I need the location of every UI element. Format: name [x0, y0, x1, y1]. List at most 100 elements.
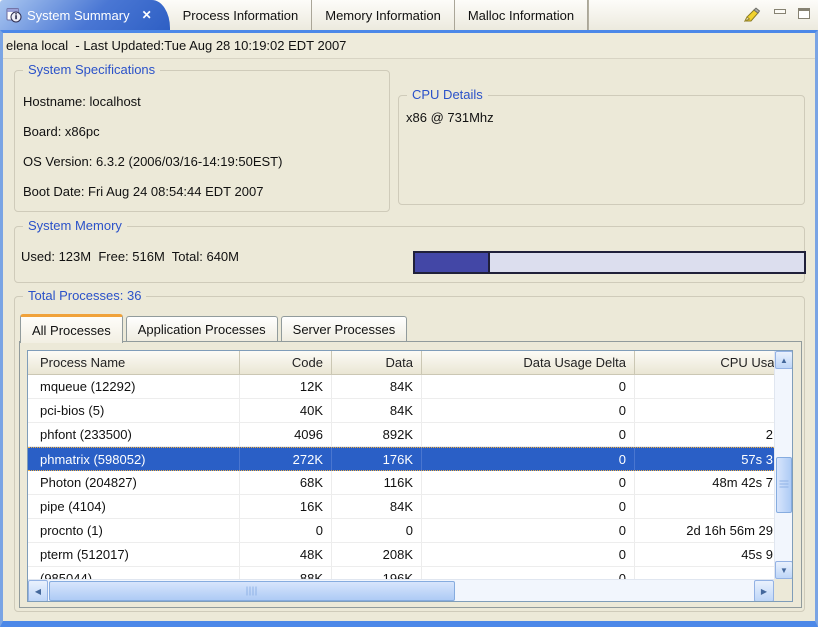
table-row[interactable]: mqueue (12292)12K84K0	[28, 375, 792, 399]
scroll-left-icon[interactable]: ◀	[28, 580, 48, 602]
tab-label: Process Information	[183, 8, 299, 23]
memory-usage-bar	[413, 251, 806, 274]
process-table-rows: mqueue (12292)12K84K0pci-bios (5)40K84K0…	[28, 375, 792, 579]
group-title: Total Processes: 36	[23, 288, 146, 303]
hostname-value: Hostname: localhost	[23, 87, 383, 117]
table-row[interactable]: (985044)88K196K0	[28, 567, 792, 579]
system-memory-group: System Memory Used: 123M Free: 516M Tota…	[14, 226, 805, 283]
cell-delta: 0	[422, 543, 635, 566]
cell-name: pterm (512017)	[28, 543, 240, 566]
cell-cpu	[635, 495, 792, 518]
cpu-value: x86 @ 731Mhz	[406, 110, 494, 125]
maximize-icon[interactable]	[798, 12, 810, 19]
column-header-data[interactable]: Data	[332, 351, 422, 374]
column-header-code[interactable]: Code	[240, 351, 332, 374]
cell-data: 0	[332, 519, 422, 542]
cell-data: 208K	[332, 543, 422, 566]
cell-delta: 0	[422, 448, 635, 470]
system-specifications-group: System Specifications Hostname: localhos…	[14, 70, 390, 212]
system-summary-icon	[6, 7, 22, 23]
view-tabbar: System Summary ✕ Process Information Mem…	[0, 0, 818, 30]
board-value: Board: x86pc	[23, 117, 383, 147]
cell-cpu: 45s 9	[635, 543, 792, 566]
table-row[interactable]: pipe (4104)16K84K0	[28, 495, 792, 519]
cell-code: 40K	[240, 399, 332, 422]
scroll-down-icon[interactable]: ▼	[775, 561, 793, 579]
group-title: CPU Details	[407, 87, 488, 102]
tab-malloc-information[interactable]: Malloc Information	[455, 0, 588, 30]
cell-code: 272K	[240, 448, 332, 470]
cell-data: 116K	[332, 471, 422, 494]
view-toolbar	[736, 0, 818, 30]
cell-data: 196K	[332, 567, 422, 579]
cell-code: 68K	[240, 471, 332, 494]
vertical-scrollbar[interactable]: ▲ ▼	[774, 351, 792, 579]
cell-name: phfont (233500)	[28, 423, 240, 446]
horizontal-scroll-thumb[interactable]	[49, 581, 455, 601]
cell-code: 12K	[240, 375, 332, 398]
horizontal-scrollbar[interactable]: ◀ ▶	[28, 579, 774, 601]
cell-name: phmatrix (598052)	[28, 448, 240, 470]
cell-delta: 0	[422, 399, 635, 422]
column-header-process-name[interactable]: Process Name	[28, 351, 240, 374]
tab-label: Application Processes	[138, 322, 266, 337]
tab-memory-information[interactable]: Memory Information	[312, 0, 455, 30]
cell-cpu: 2	[635, 423, 792, 446]
vertical-scroll-thumb[interactable]	[776, 457, 792, 513]
view-content: System Specifications Hostname: localhos…	[3, 59, 815, 621]
total-processes-group: Total Processes: 36 All Processes Applic…	[14, 296, 805, 612]
cell-data: 84K	[332, 399, 422, 422]
tab-system-summary[interactable]: System Summary ✕	[0, 0, 170, 30]
cell-name: (985044)	[28, 567, 240, 579]
table-row[interactable]: Photon (204827)68K116K048m 42s 7	[28, 471, 792, 495]
cell-name: mqueue (12292)	[28, 375, 240, 398]
table-row[interactable]: pterm (512017)48K208K045s 9	[28, 543, 792, 567]
scrollbar-corner	[774, 579, 792, 601]
cell-cpu: 2d 16h 56m 29	[635, 519, 792, 542]
tab-application-processes[interactable]: Application Processes	[126, 316, 278, 341]
table-row[interactable]: procnto (1)0002d 16h 56m 29	[28, 519, 792, 543]
tab-process-information[interactable]: Process Information	[170, 0, 313, 30]
cell-code: 16K	[240, 495, 332, 518]
cell-cpu	[635, 399, 792, 422]
column-header-data-usage-delta[interactable]: Data Usage Delta	[422, 351, 635, 374]
tab-label: All Processes	[32, 323, 111, 338]
tab-label: Malloc Information	[468, 8, 574, 23]
status-line: elena local - Last Updated:Tue Aug 28 10…	[3, 33, 815, 59]
group-title: System Memory	[23, 218, 127, 233]
process-tabs: All Processes Application Processes Serv…	[20, 314, 410, 341]
cell-data: 176K	[332, 448, 422, 470]
cell-code: 88K	[240, 567, 332, 579]
cell-delta: 0	[422, 471, 635, 494]
column-header-cpu-usage[interactable]: CPU Usage	[635, 351, 792, 374]
tab-all-processes[interactable]: All Processes	[20, 314, 123, 343]
table-row[interactable]: phmatrix (598052)272K176K057s 3	[28, 447, 792, 471]
cell-delta: 0	[422, 423, 635, 446]
tab-label: Server Processes	[293, 322, 396, 337]
highlight-icon[interactable]	[742, 7, 762, 24]
cell-cpu	[635, 375, 792, 398]
cell-data: 892K	[332, 423, 422, 446]
cell-delta: 0	[422, 519, 635, 542]
cell-code: 48K	[240, 543, 332, 566]
cell-delta: 0	[422, 567, 635, 579]
cell-name: pipe (4104)	[28, 495, 240, 518]
tab-server-processes[interactable]: Server Processes	[281, 316, 408, 341]
cell-cpu: 48m 42s 7	[635, 471, 792, 494]
cell-data: 84K	[332, 495, 422, 518]
cell-delta: 0	[422, 495, 635, 518]
boot-date-value: Boot Date: Fri Aug 24 08:54:44 EDT 2007	[23, 177, 383, 207]
scroll-right-icon[interactable]: ▶	[754, 580, 774, 602]
cell-cpu: 57s 3	[635, 448, 792, 470]
cpu-details-group: CPU Details x86 @ 731Mhz	[398, 95, 805, 205]
cell-name: pci-bios (5)	[28, 399, 240, 422]
close-icon[interactable]: ✕	[142, 8, 152, 22]
cell-cpu	[635, 567, 792, 579]
scroll-up-icon[interactable]: ▲	[775, 351, 793, 369]
table-row[interactable]: pci-bios (5)40K84K0	[28, 399, 792, 423]
tabbar-spacer	[588, 0, 736, 30]
process-table: Process Name Code Data Data Usage Delta …	[27, 350, 793, 602]
table-row[interactable]: phfont (233500)4096892K02	[28, 423, 792, 447]
spec-lines: Hostname: localhost Board: x86pc OS Vers…	[23, 87, 383, 207]
process-tab-panel: Process Name Code Data Data Usage Delta …	[19, 341, 802, 608]
